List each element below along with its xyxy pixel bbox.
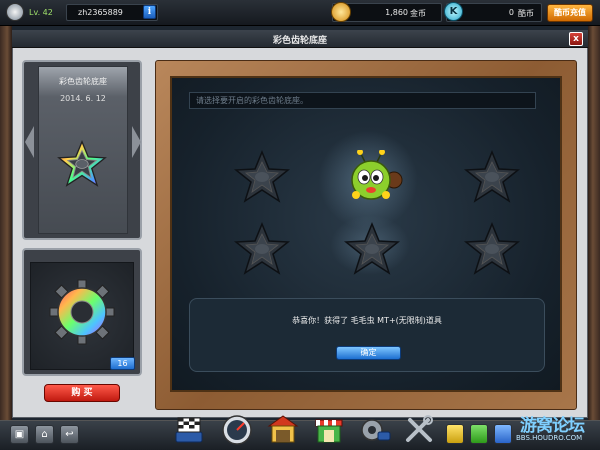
k-coin-label: 酷币	[518, 9, 534, 18]
reward-result-panel	[189, 298, 545, 372]
message-icon[interactable]	[494, 424, 512, 444]
gear-settings-icon[interactable]	[358, 412, 392, 446]
rainbow-star-base-icon	[57, 140, 107, 187]
notes-icon[interactable]	[446, 424, 464, 444]
dark-star-base-slot-icon[interactable]	[232, 222, 292, 276]
reward-message: 恭喜你！获得了 毛毛虫 MT+(无限制)道具	[292, 316, 442, 325]
k-coin-balance: 0	[508, 8, 514, 17]
tools-icon[interactable]	[402, 412, 436, 446]
selected-item-name: 彩色齿轮底座	[59, 77, 107, 86]
selected-item-date: 2014. 6. 12	[60, 94, 106, 103]
speedometer-icon[interactable]	[220, 412, 254, 446]
item-quantity-badge: 16	[110, 357, 135, 370]
shop-icon[interactable]	[312, 412, 346, 446]
forum-watermark-url: BBS.HOUDRO.COM	[516, 434, 583, 442]
game-logo-icon	[6, 3, 24, 21]
back-icon[interactable]: ↩	[60, 425, 79, 444]
coin-balance: 1,860	[385, 8, 408, 17]
dark-star-base-slot-icon[interactable]	[342, 222, 402, 276]
recharge-button[interactable]: 酷币充值	[547, 4, 593, 22]
buy-button[interactable]: 购 买	[44, 384, 120, 402]
next-item-arrow-icon[interactable]	[132, 126, 141, 158]
selection-prompt: 请选择要开启的彩色齿轮底座。	[189, 92, 536, 109]
alert-icon[interactable]	[470, 424, 488, 444]
close-button[interactable]: x	[569, 32, 583, 46]
coin-label: 金币	[410, 9, 426, 18]
caterpillar-reward-icon	[351, 150, 403, 200]
coin-icon	[331, 2, 351, 22]
k-coin-icon: K	[444, 2, 463, 21]
info-button[interactable]: i	[143, 5, 156, 19]
right-background-decoration	[588, 26, 600, 421]
dark-star-base-slot-icon[interactable]	[462, 222, 522, 276]
dialog-title: 彩色齿轮底座	[272, 36, 327, 46]
home-icon[interactable]: ⌂	[35, 425, 54, 444]
confirm-button[interactable]: 确定	[336, 346, 401, 360]
dark-star-base-slot-icon[interactable]	[462, 150, 522, 204]
forum-watermark-logo: 游窝论坛	[520, 416, 585, 436]
screen-settings-icon[interactable]: ▣	[10, 425, 29, 444]
prev-item-arrow-icon[interactable]	[25, 126, 34, 158]
garage-icon[interactable]	[266, 412, 300, 446]
rainbow-gear-icon	[49, 279, 115, 345]
player-level: Lv. 42	[29, 8, 53, 17]
username-label: zh2365889	[78, 8, 123, 17]
left-background-decoration	[0, 26, 12, 421]
dark-star-base-slot-icon[interactable]	[232, 150, 292, 204]
race-flag-icon[interactable]	[172, 412, 206, 446]
